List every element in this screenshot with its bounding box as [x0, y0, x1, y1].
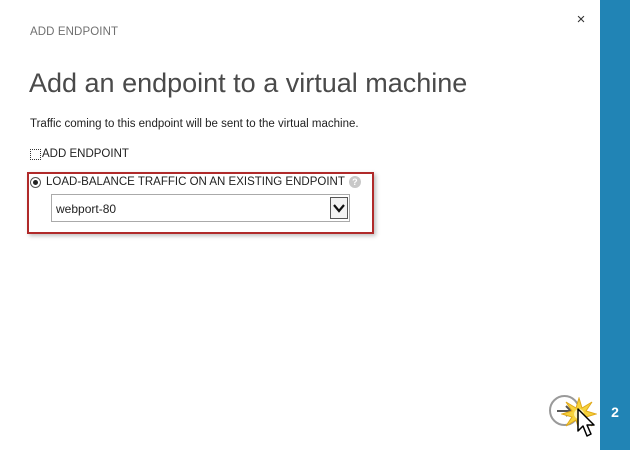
wizard-step-number: 2 [611, 404, 619, 420]
load-balance-label: LOAD-BALANCE TRAFFIC ON AN EXISTING ENDP… [46, 176, 345, 188]
add-endpoint-radio[interactable] [30, 148, 41, 160]
wizard-step-sidebar: 2 [600, 0, 630, 450]
close-icon[interactable]: × [573, 12, 589, 28]
radio-selected-dot [33, 179, 38, 185]
dialog-subtitle: ADD ENDPOINT [30, 26, 119, 38]
add-endpoint-option[interactable]: ADD ENDPOINT [30, 146, 129, 162]
mouse-cursor-icon [577, 408, 595, 437]
load-balance-radio[interactable] [30, 176, 41, 188]
description-text: Traffic coming to this endpoint will be … [30, 118, 359, 130]
add-endpoint-label: ADD ENDPOINT [42, 148, 129, 160]
add-endpoint-dialog: × ADD ENDPOINT Add an endpoint to a virt… [0, 0, 600, 450]
page-title: Add an endpoint to a virtual machine [29, 68, 468, 99]
help-icon[interactable]: ? [348, 176, 361, 188]
chevron-down-icon[interactable] [330, 197, 348, 219]
endpoint-select[interactable]: webport-80 [51, 194, 350, 222]
load-balance-option[interactable]: LOAD-BALANCE TRAFFIC ON AN EXISTING ENDP… [30, 174, 361, 190]
endpoint-select-value: webport-80 [56, 202, 117, 216]
